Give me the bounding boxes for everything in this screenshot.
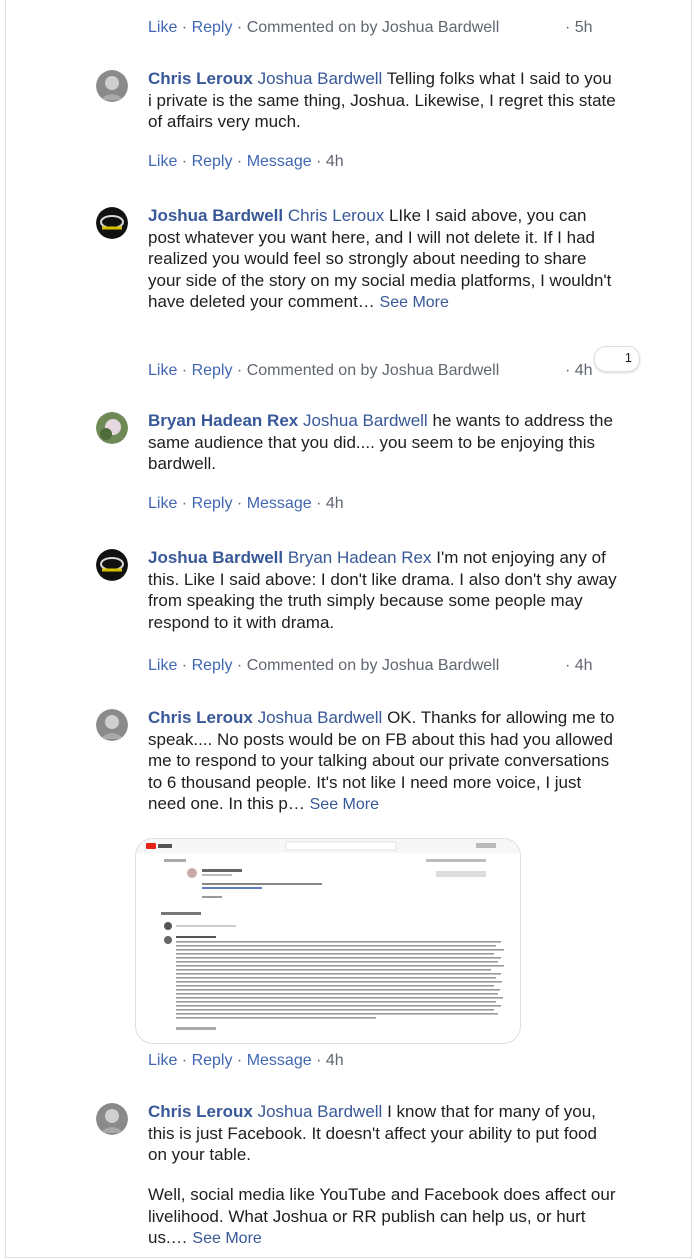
mention-link[interactable]: Bryan Hadean Rex bbox=[288, 548, 432, 567]
like-link[interactable]: Like bbox=[148, 19, 177, 36]
reply-link[interactable]: Reply bbox=[192, 495, 233, 512]
message-link[interactable]: Message bbox=[247, 495, 312, 512]
comment-actions: Like · Reply · Commented on by Joshua Ba… bbox=[148, 657, 500, 674]
timestamp-wrap: · 5h bbox=[565, 19, 593, 36]
attached-screenshot-image[interactable] bbox=[135, 838, 521, 1044]
comment-body: Bryan Hadean Rex Joshua Bardwell he want… bbox=[148, 410, 618, 475]
comment-author[interactable]: Chris Leroux bbox=[148, 708, 253, 727]
comment-author[interactable]: Chris Leroux bbox=[148, 69, 253, 88]
avatar[interactable] bbox=[96, 207, 128, 239]
like-link[interactable]: Like bbox=[148, 657, 177, 674]
avatar[interactable] bbox=[96, 549, 128, 581]
like-link[interactable]: Like bbox=[148, 153, 177, 170]
comment-author[interactable]: Joshua Bardwell bbox=[148, 206, 283, 225]
reply-link[interactable]: Reply bbox=[192, 19, 233, 36]
comment-author[interactable]: Joshua Bardwell bbox=[148, 548, 283, 567]
mention-link[interactable]: Joshua Bardwell bbox=[258, 708, 383, 727]
comment-actions: Like · Reply · Commented on by Joshua Ba… bbox=[148, 362, 500, 379]
timestamp[interactable]: 5h bbox=[575, 19, 593, 36]
commented-by-label: Commented on by Joshua Bardwell bbox=[246, 19, 500, 36]
reply-link[interactable]: Reply bbox=[192, 153, 233, 170]
like-link[interactable]: Like bbox=[148, 362, 177, 379]
comment-body: Chris Leroux Joshua Bardwell I know that… bbox=[148, 1101, 618, 1166]
comment-author[interactable]: Chris Leroux bbox=[148, 1102, 253, 1121]
like-link[interactable]: Like bbox=[148, 495, 177, 512]
mention-link[interactable]: Chris Leroux bbox=[288, 206, 384, 225]
avatar[interactable] bbox=[96, 412, 128, 444]
mention-link[interactable]: Joshua Bardwell bbox=[258, 69, 383, 88]
comment-actions: Like · Reply · Message · 4h bbox=[148, 153, 344, 170]
timestamp-wrap: · 4h bbox=[565, 657, 593, 674]
timestamp[interactable]: 4h bbox=[575, 657, 593, 674]
commented-by-label: Commented on by Joshua Bardwell bbox=[246, 362, 500, 379]
timestamp[interactable]: 4h bbox=[326, 1052, 344, 1069]
reaction-count-badge[interactable]: 1 bbox=[594, 346, 640, 372]
comment-actions: Like · Reply · Message · 4h bbox=[148, 1052, 344, 1069]
timestamp[interactable]: 4h bbox=[326, 495, 344, 512]
timestamp-wrap: · 4h bbox=[565, 362, 593, 379]
comment-body: Joshua Bardwell Bryan Hadean Rex I'm not… bbox=[148, 547, 618, 633]
avatar[interactable] bbox=[96, 709, 128, 741]
see-more-link[interactable]: See More bbox=[192, 1230, 261, 1247]
see-more-link[interactable]: See More bbox=[310, 796, 379, 813]
mention-link[interactable]: Joshua Bardwell bbox=[258, 1102, 383, 1121]
reaction-count: 1 bbox=[624, 350, 632, 365]
message-link[interactable]: Message bbox=[247, 1052, 312, 1069]
avatar[interactable] bbox=[96, 1103, 128, 1135]
comment-actions: Like · Reply · Commented on by Joshua Ba… bbox=[148, 19, 500, 36]
avatar[interactable] bbox=[96, 70, 128, 102]
comment-author[interactable]: Bryan Hadean Rex bbox=[148, 411, 298, 430]
mention-link[interactable]: Joshua Bardwell bbox=[303, 411, 428, 430]
commented-by-label: Commented on by Joshua Bardwell bbox=[246, 657, 500, 674]
timestamp[interactable]: 4h bbox=[326, 153, 344, 170]
see-more-link[interactable]: See More bbox=[380, 294, 449, 311]
comment-body: Chris Leroux Joshua Bardwell Telling fol… bbox=[148, 68, 618, 133]
comment-body: Chris Leroux Joshua Bardwell OK. Thanks … bbox=[148, 707, 618, 816]
reply-link[interactable]: Reply bbox=[192, 1052, 233, 1069]
like-link[interactable]: Like bbox=[148, 1052, 177, 1069]
reply-link[interactable]: Reply bbox=[192, 657, 233, 674]
comment-actions: Like · Reply · Message · 4h bbox=[148, 495, 344, 512]
comment-body: Joshua Bardwell Chris Leroux LIke I said… bbox=[148, 205, 618, 314]
reply-link[interactable]: Reply bbox=[192, 362, 233, 379]
avatar-spacer bbox=[96, 1022, 128, 1054]
timestamp[interactable]: 4h bbox=[575, 362, 593, 379]
message-link[interactable]: Message bbox=[247, 153, 312, 170]
comment-body-paragraph-2: Well, social media like YouTube and Face… bbox=[148, 1184, 618, 1250]
